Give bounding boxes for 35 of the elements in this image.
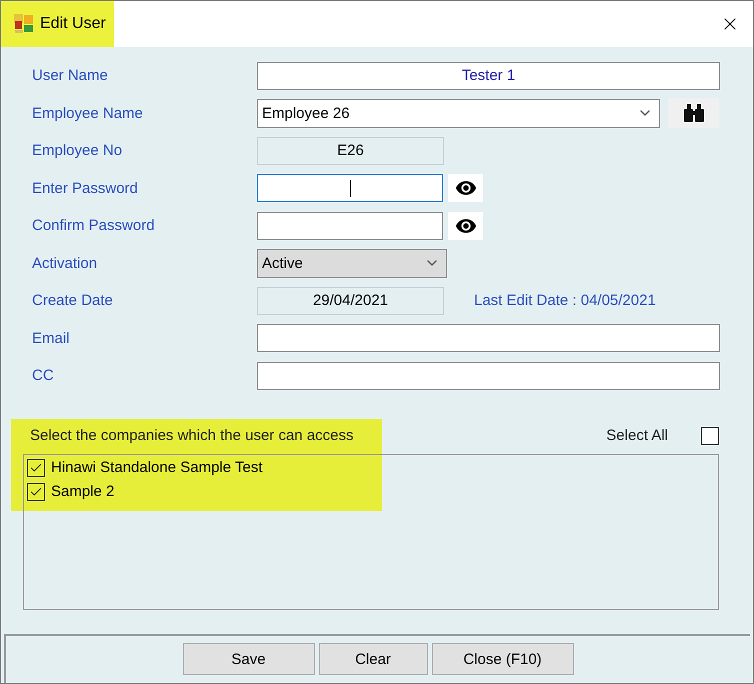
field-label: Email: [32, 330, 71, 347]
company-checkbox[interactable]: [27, 458, 45, 476]
field-label: User Name: [32, 67, 109, 84]
password-field[interactable]: [257, 174, 443, 202]
dialog-button[interactable]: Close (F10): [432, 643, 574, 675]
last-edit-date: Last Edit Date : 04/05/2021: [474, 292, 656, 310]
field-label: Confirm Password: [32, 217, 156, 234]
readonly-field: E26: [257, 136, 444, 165]
select-all-checkbox[interactable]: [701, 426, 719, 444]
company-name: Sample 2: [51, 483, 114, 500]
text-field[interactable]: [257, 362, 720, 390]
password-field[interactable]: [257, 212, 443, 240]
company-name: Hinawi Standalone Sample Test: [51, 459, 263, 476]
dialog-button[interactable]: Clear: [318, 643, 428, 675]
dropdown-field[interactable]: Active: [257, 248, 447, 278]
lookup-button[interactable]: [668, 98, 719, 128]
field-label: Create Date: [32, 292, 114, 310]
text-field[interactable]: Tester 1: [257, 62, 720, 90]
binoculars-icon: [682, 103, 704, 124]
field-label: CC: [32, 367, 55, 384]
window-title: Edit User: [40, 15, 106, 33]
dropdown-field[interactable]: Employee 26: [257, 98, 660, 128]
show-password-button[interactable]: [448, 212, 483, 240]
company-checkbox[interactable]: [27, 482, 45, 500]
readonly-field: 29/04/2021: [257, 286, 444, 315]
select-all-label: Select All: [606, 427, 668, 444]
show-password-button[interactable]: [448, 174, 483, 202]
field-label: Enter Password: [32, 180, 139, 197]
field-label: Employee Name: [32, 104, 144, 122]
companies-label: Select the companies which the user can access: [30, 427, 354, 444]
field-label: Employee No: [32, 142, 124, 160]
app-icon: [14, 14, 34, 34]
text-field[interactable]: [257, 324, 720, 352]
dialog-button[interactable]: Save: [182, 643, 314, 675]
field-label: Activation: [32, 254, 98, 272]
